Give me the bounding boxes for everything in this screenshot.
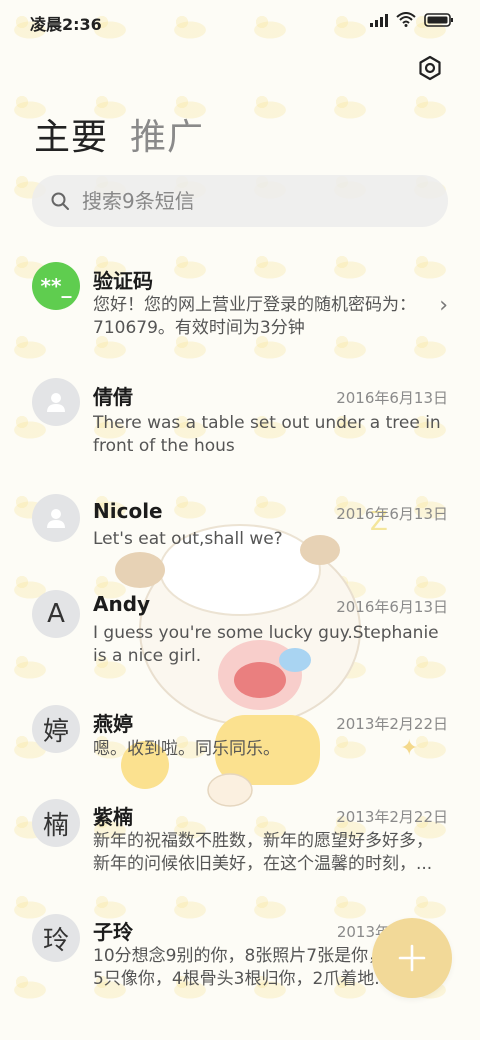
avatar: 楠 [32, 799, 80, 847]
tab-promotions[interactable]: 推广 [130, 108, 204, 160]
conversation-date: 2016年6月13日 [336, 505, 448, 523]
conversation-name: 验证码 [93, 269, 153, 293]
tab-primary[interactable]: 主要 [34, 108, 108, 160]
chevron-right-icon[interactable]: › [439, 293, 448, 318]
conversation-preview: 新年的祝福数不胜数，新年的愿望好多好多，新年的问候依旧美好，在这个温馨的时刻，.… [93, 831, 433, 874]
conversation-name: 子玲 [93, 920, 133, 944]
conversation-item[interactable]: 倩倩 2016年6月13日 There was a table set out … [0, 374, 480, 464]
conversation-item[interactable]: Nicole 2016年6月13日 Let's eat out,shall we… [0, 490, 480, 560]
conversation-preview: 嗯。收到啦。同乐同乐。 [93, 739, 280, 759]
conversation-item[interactable]: 婷 燕婷 2013年2月22日 嗯。收到啦。同乐同乐。 [0, 703, 480, 773]
person-icon [47, 393, 65, 412]
conversation-name: Andy [93, 592, 151, 616]
conversation-preview: 您好！您的网上营业厅登录的随机密码为：710679。有效时间为3分钟 [93, 295, 416, 338]
person-icon [47, 509, 65, 528]
conversation-name: 紫楠 [93, 805, 133, 829]
conversation-date: 2016年6月13日 [336, 598, 448, 616]
signal-icon [370, 13, 388, 27]
conversation-name: 倩倩 [93, 385, 133, 409]
conversation-item[interactable]: **_ 验证码 您好！您的网上营业厅登录的随机密码为：710679。有效时间为3… [0, 258, 480, 348]
avatar [32, 494, 80, 542]
conversation-date: 2013年2月22日 [336, 808, 448, 826]
settings-icon [419, 55, 441, 81]
search-icon [51, 192, 69, 210]
wifi-icon [396, 12, 416, 27]
avatar: A [32, 590, 80, 638]
search-input[interactable] [80, 188, 424, 214]
conversation-preview: Let's eat out,shall we? [93, 529, 283, 549]
avatar: 玲 [32, 914, 80, 962]
settings-button[interactable] [416, 54, 444, 82]
conversation-date: 2013年2月22日 [336, 715, 448, 733]
conversation-item[interactable]: 楠 紫楠 2013年2月22日 新年的祝福数不胜数，新年的愿望好多好多，新年的问… [0, 797, 480, 887]
conversation-preview: There was a table set out under a tree i… [93, 413, 441, 456]
conversation-name: Nicole [93, 499, 163, 523]
avatar: 婷 [32, 705, 80, 753]
new-message-button[interactable] [372, 918, 452, 998]
conversation-name: 燕婷 [93, 712, 133, 736]
status-icons [370, 12, 454, 27]
conversation-item[interactable]: A Andy 2016年6月13日 I guess you're some lu… [0, 586, 480, 676]
status-time: 凌晨2:36 [30, 15, 102, 34]
tab-bar: 主要 推广 [34, 108, 204, 160]
conversation-date: 2016年6月13日 [336, 389, 448, 407]
conversation-preview: I guess you're some lucky guy.Stephanie … [93, 623, 439, 666]
avatar [32, 378, 80, 426]
battery-icon [424, 12, 453, 27]
search-bar[interactable] [32, 175, 448, 227]
avatar: **_ [32, 262, 80, 310]
status-bar: 凌晨2:36 [0, 0, 480, 44]
plus-icon [398, 944, 426, 972]
